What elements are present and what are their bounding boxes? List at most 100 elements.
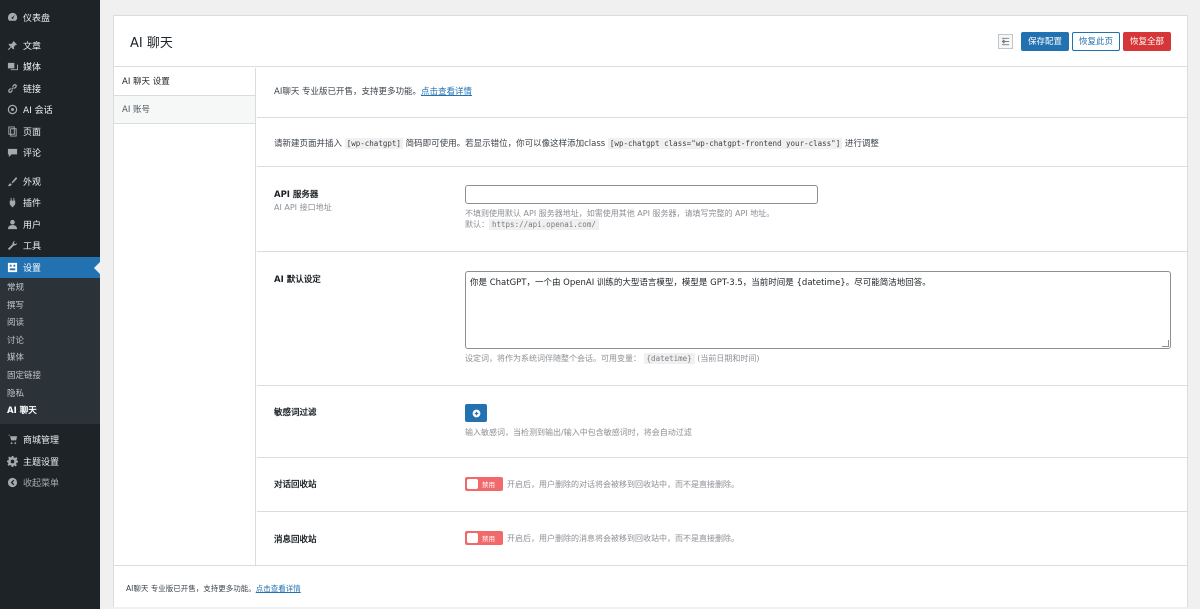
gear-icon xyxy=(6,455,18,467)
conversation-bin-help: 开启后，用户删除的对话将会被移到回收站中，而不是直接删除。 xyxy=(507,479,739,489)
sidebar-item-posts[interactable]: 文章 xyxy=(0,35,100,57)
sidebar-item-comments[interactable]: 评论 xyxy=(0,142,100,164)
settings-content: AI聊天 专业版已开售，支持更多功能。点击查看详情 请新建页面并插入 [wp-c… xyxy=(257,68,1187,565)
panel-footer: AI聊天 专业版已开售，支持更多功能。点击查看详情 xyxy=(114,565,1187,607)
sidebar-item-links[interactable]: 链接 xyxy=(0,78,100,100)
submenu-general[interactable]: 常规 xyxy=(0,280,100,298)
submenu-permalinks[interactable]: 固定链接 xyxy=(0,368,100,386)
sidebar-item-label: 页面 xyxy=(23,127,42,138)
page-icon xyxy=(6,125,18,137)
expand-icon[interactable] xyxy=(997,33,1013,49)
reset-page-button[interactable]: 恢复此页 xyxy=(1071,31,1120,51)
notice-link[interactable]: 点击查看详情 xyxy=(421,87,472,97)
conversation-bin-toggle[interactable]: 禁用 xyxy=(465,477,503,491)
admin-sidebar: 仪表盘 文章 媒体 链接 AI 会话 页面 评论 外观 插件 用户 工具 设置 … xyxy=(0,0,100,609)
comment-icon xyxy=(6,147,18,159)
link-icon xyxy=(6,82,18,94)
sidebar-item-ai-chat[interactable]: AI 会话 xyxy=(0,99,100,121)
sidebar-item-settings[interactable]: 设置 xyxy=(0,256,100,278)
submenu-writing[interactable]: 撰写 xyxy=(0,298,100,316)
reset-all-button[interactable]: 恢复全部 xyxy=(1122,31,1171,51)
save-config-button[interactable]: 保存配置 xyxy=(1020,31,1069,51)
sidebar-item-label: 评论 xyxy=(23,149,42,160)
sidebar-item-media[interactable]: 媒体 xyxy=(0,56,100,78)
wrench-icon xyxy=(6,240,18,252)
sidebar-item-pages[interactable]: 页面 xyxy=(0,121,100,143)
sidebar-item-label: 商城管理 xyxy=(23,436,60,446)
footer-link[interactable]: 点击查看详情 xyxy=(256,584,301,593)
ai-default-row: AI 默认设定 你是 ChatGPT，一个由 OpenAI 训练的大型语言模型，… xyxy=(257,252,1187,386)
ai-default-value: 你是 ChatGPT，一个由 OpenAI 训练的大型语言模型，模型是 GPT-… xyxy=(470,278,931,288)
tab-ai-chat-settings[interactable]: AI 聊天 设置 xyxy=(114,68,255,96)
sidebar-item-label: 收起菜单 xyxy=(23,479,60,489)
sidebar-item-theme-settings[interactable]: 主题设置 xyxy=(0,450,100,472)
sidebar-item-label: 用户 xyxy=(23,220,42,231)
api-server-sublabel: AI API 接口地址 xyxy=(274,203,332,212)
sidebar-item-label: 媒体 xyxy=(23,63,42,74)
help-note: (当前日期和时间) xyxy=(697,354,760,363)
sidebar-item-label: 主题设置 xyxy=(23,457,60,468)
submenu-discussion[interactable]: 讨论 xyxy=(0,333,100,351)
ai-default-label: AI 默认设定 xyxy=(274,275,321,285)
datetime-var: {datetime} xyxy=(643,353,695,364)
submenu-reading[interactable]: 阅读 xyxy=(0,315,100,333)
api-server-input[interactable] xyxy=(465,185,818,204)
page-title: AI 聊天 xyxy=(130,35,173,51)
collapse-menu[interactable]: 收起菜单 xyxy=(0,472,100,494)
default-value: https://api.openai.com/ xyxy=(489,219,599,230)
shortcode-class-code: [wp-chatgpt class="wp-chatgpt-frontend y… xyxy=(607,138,843,149)
message-bin-toggle[interactable]: 禁用 xyxy=(465,531,503,545)
settings-icon xyxy=(6,261,18,273)
shortcode-text-pre: 请新建页面并插入 xyxy=(274,139,343,149)
sensitive-help: 输入敏感词，当检测到输出/输入中包含敏感词时，将会自动过滤 xyxy=(465,428,692,437)
ai-default-help: 设定词，将作为系统词伴随整个会话。可用变量： {datetime} (当前日期和… xyxy=(465,353,1171,364)
sidebar-item-tools[interactable]: 工具 xyxy=(0,235,100,257)
ai-default-textarea[interactable]: 你是 ChatGPT，一个由 OpenAI 训练的大型语言模型，模型是 GPT-… xyxy=(465,271,1171,349)
api-server-row: API 服务器 AI API 接口地址 不填则使用默认 API 服务器地址，如需… xyxy=(257,167,1187,252)
toggle-label: 禁用 xyxy=(482,481,495,489)
tab-ai-account[interactable]: AI 账号 xyxy=(114,96,255,124)
media-icon xyxy=(6,61,18,73)
toggle-label: 禁用 xyxy=(482,535,495,543)
notice-text: AI聊天 专业版已开售，支持更多功能。 xyxy=(274,87,422,97)
conversation-bin-label: 对话回收站 xyxy=(274,480,317,490)
api-server-default: 默认： https://api.openai.com/ xyxy=(465,219,818,230)
pin-icon xyxy=(6,39,18,51)
sidebar-item-users[interactable]: 用户 xyxy=(0,214,100,236)
message-bin-label: 消息回收站 xyxy=(274,535,317,545)
settings-panel: AI 聊天 保存配置 恢复此页 恢复全部 AI 聊天 设置 AI 账号 AI聊天… xyxy=(113,15,1188,607)
sensitive-label: 敏感词过滤 xyxy=(274,408,317,418)
sensitive-words-row: 敏感词过滤 输入敏感词，当检测到输出/输入中包含敏感词时，将会自动过滤 xyxy=(257,386,1187,458)
openai-icon xyxy=(6,104,18,116)
submenu-media[interactable]: 媒体 xyxy=(0,350,100,368)
api-server-help: 不填则使用默认 API 服务器地址，如需使用其他 API 服务器，请填写完整的 … xyxy=(465,209,775,218)
settings-tabs: AI 聊天 设置 AI 账号 xyxy=(114,68,256,565)
shortcode-text-mid: 简码即可使用。若显示错位，你可以像这样添加class xyxy=(405,139,606,149)
sidebar-item-label: AI 会话 xyxy=(23,106,53,117)
resize-handle[interactable] xyxy=(1162,340,1169,347)
sidebar-item-appearance[interactable]: 外观 xyxy=(0,171,100,193)
settings-submenu: 常规 撰写 阅读 讨论 媒体 固定链接 隐私 AI 聊天 xyxy=(0,278,100,424)
sidebar-item-plugins[interactable]: 插件 xyxy=(0,192,100,214)
toggle-knob xyxy=(467,533,478,543)
sidebar-item-label: 链接 xyxy=(23,84,42,95)
submenu-ai-chat[interactable]: AI 聊天 xyxy=(0,403,100,421)
sidebar-item-label: 文章 xyxy=(23,41,42,52)
message-bin-help: 开启后，用户删除的消息将会被移到回收站中，而不是直接删除。 xyxy=(507,533,739,543)
sidebar-item-label: 设置 xyxy=(23,263,42,274)
submenu-privacy[interactable]: 隐私 xyxy=(0,386,100,404)
toggle-knob xyxy=(467,479,478,489)
sidebar-item-label: 插件 xyxy=(23,199,42,210)
plugin-icon xyxy=(6,197,18,209)
help-text: 设定词，将作为系统词伴随整个会话。可用变量： xyxy=(465,354,641,363)
collapse-icon xyxy=(6,477,18,489)
panel-header: AI 聊天 保存配置 恢复此页 恢复全部 xyxy=(114,16,1187,67)
sidebar-item-shop[interactable]: 商城管理 xyxy=(0,429,100,451)
conversation-bin-row: 对话回收站 禁用 开启后，用户删除的对话将会被移到回收站中，而不是直接删除。 xyxy=(257,458,1187,512)
pro-notice: AI聊天 专业版已开售，支持更多功能。点击查看详情 xyxy=(257,68,1187,118)
add-sensitive-word-button[interactable] xyxy=(465,404,487,422)
user-icon xyxy=(6,218,18,230)
sidebar-item-dashboard[interactable]: 仪表盘 xyxy=(0,7,100,29)
cart-icon xyxy=(6,434,18,446)
sidebar-item-label: 工具 xyxy=(23,242,42,253)
